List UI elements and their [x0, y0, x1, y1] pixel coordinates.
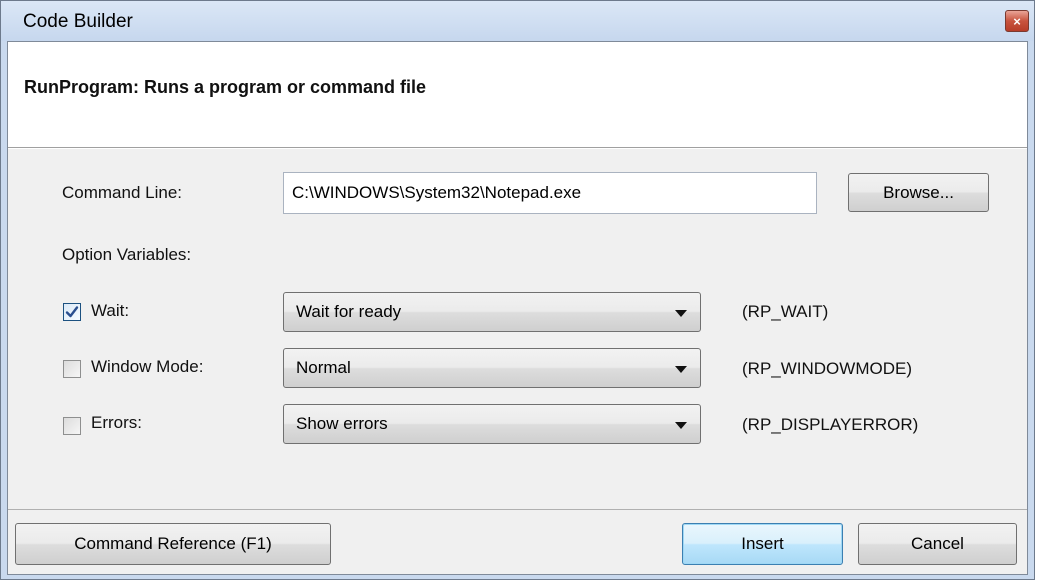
command-description: RunProgram: Runs a program or command fi… [24, 77, 427, 97]
close-icon: × [1013, 13, 1021, 29]
wait-checkbox[interactable] [63, 303, 81, 321]
window-mode-label: Window Mode: [91, 357, 204, 376]
errors-dropdown[interactable]: Show errors [283, 404, 701, 444]
title-bar[interactable]: Code Builder × [1, 1, 1034, 41]
browse-button[interactable]: Browse... [848, 173, 989, 212]
option-variables-heading: Option Variables: [62, 245, 192, 264]
browse-button-label: Browse... [883, 182, 954, 202]
errors-dropdown-value: Show errors [296, 414, 388, 433]
chevron-down-icon [675, 366, 687, 373]
checkmark-icon [65, 306, 79, 318]
errors-label: Errors: [91, 413, 142, 432]
errors-variable-label: (RP_DISPLAYERROR) [742, 415, 919, 434]
command-reference-button[interactable]: Command Reference (F1) [15, 523, 331, 565]
window-mode-variable-label: (RP_WINDOWMODE) [742, 359, 912, 378]
wait-dropdown-value: Wait for ready [296, 302, 402, 321]
window-mode-checkbox[interactable] [63, 360, 81, 378]
insert-button-label: Insert [741, 534, 784, 553]
wait-dropdown[interactable]: Wait for ready [283, 292, 701, 332]
command-reference-label: Command Reference (F1) [74, 534, 272, 553]
close-button[interactable]: × [1005, 10, 1029, 32]
wait-variable-label: (RP_WAIT) [742, 302, 829, 321]
chevron-down-icon [675, 310, 687, 317]
header-panel: RunProgram: Runs a program or command fi… [8, 42, 1027, 148]
chevron-down-icon [675, 422, 687, 429]
insert-button[interactable]: Insert [682, 523, 843, 565]
window-title: Code Builder [23, 11, 133, 32]
wait-label: Wait: [91, 301, 130, 320]
cancel-button-label: Cancel [911, 534, 964, 553]
window-mode-dropdown-value: Normal [296, 358, 351, 377]
cancel-button[interactable]: Cancel [858, 523, 1017, 565]
command-line-label: Command Line: [62, 183, 183, 202]
footer-divider [8, 509, 1027, 510]
command-line-input[interactable] [283, 172, 817, 214]
code-builder-window: Code Builder × RunProgram: Runs a progra… [0, 0, 1035, 580]
errors-checkbox[interactable] [63, 417, 81, 435]
dialog-client-area: RunProgram: Runs a program or command fi… [7, 41, 1028, 575]
window-mode-dropdown[interactable]: Normal [283, 348, 701, 388]
